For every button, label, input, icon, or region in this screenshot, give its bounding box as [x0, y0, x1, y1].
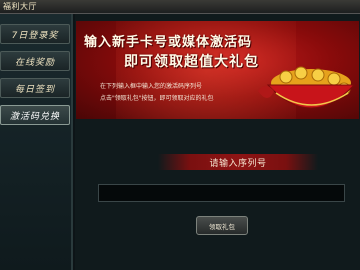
- serial-prompt-label: 请输入序列号: [209, 158, 267, 169]
- sidebar-item-label: 每日签到: [14, 84, 55, 95]
- claim-gift-button[interactable]: 领取礼包: [196, 216, 248, 235]
- serial-number-input[interactable]: [98, 184, 345, 202]
- window-titlebar: 福利大厅: [0, 0, 360, 14]
- sidebar-item-activation-code[interactable]: 激活码兑换: [0, 105, 70, 125]
- sidebar-item-label: 激活码兑换: [9, 111, 60, 122]
- sidebar: 7日登录奖 在线奖励 每日签到 激活码兑换: [0, 14, 73, 270]
- banner-instruction-2: 点击"领取礼包"按钮，即可领取对应的礼包: [100, 95, 214, 102]
- serial-prompt-banner: 请输入序列号: [158, 154, 318, 170]
- window-title: 福利大厅: [3, 2, 37, 11]
- treasure-bowl-icon: [258, 66, 356, 109]
- sidebar-item-online-reward[interactable]: 在线奖励: [0, 51, 70, 71]
- promo-banner: 输入新手卡号或媒体激活码 即可领取超值大礼包 在下列输入框中输入您的激活码序列号…: [76, 21, 359, 119]
- sidebar-item-label: 在线奖励: [14, 57, 55, 68]
- sidebar-item-7day-login[interactable]: 7日登录奖: [0, 24, 70, 44]
- banner-headline-2: 即可领取超值大礼包: [124, 54, 259, 70]
- sidebar-item-daily-checkin[interactable]: 每日签到: [0, 78, 70, 98]
- banner-headline-1: 输入新手卡号或媒体激活码: [84, 35, 253, 50]
- sidebar-item-label: 7日登录奖: [11, 30, 59, 41]
- banner-instruction-1: 在下列输入框中输入您的激活码序列号: [100, 83, 203, 90]
- claim-gift-button-label: 领取礼包: [209, 222, 235, 231]
